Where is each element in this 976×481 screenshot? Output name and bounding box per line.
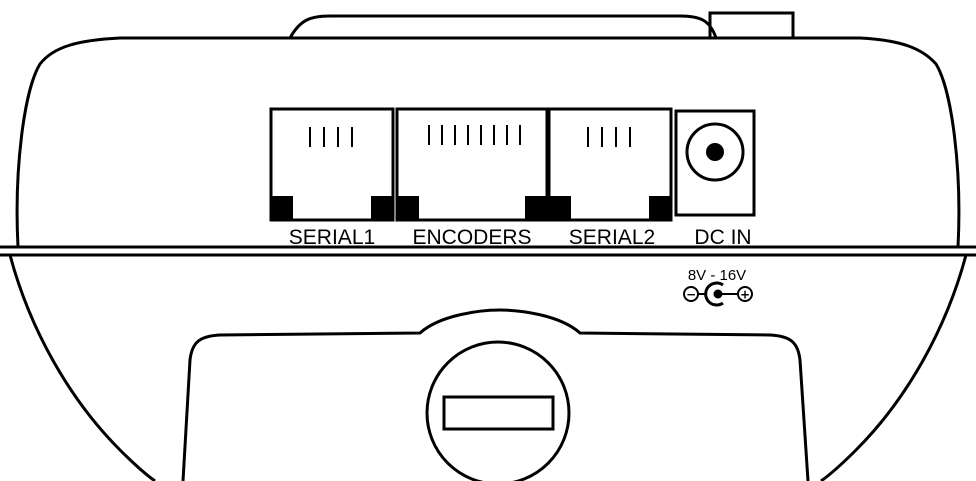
- lower-housing-left: [8, 254, 156, 481]
- encoders-label: ENCODERS: [412, 226, 531, 249]
- lower-housing-right: [820, 254, 968, 481]
- top-tab: [708, 11, 795, 38]
- battery-slot: [442, 395, 555, 431]
- serial1-port: [269, 107, 395, 222]
- device-rear-panel-diagram: SERIAL1 ENCODERS SERIAL2 DC IN 8V - 16V …: [0, 11, 976, 481]
- voltage-range-label: 8V - 16V: [688, 267, 746, 284]
- serial2-port: [547, 107, 673, 222]
- negative-sign: −: [686, 288, 696, 302]
- encoders-port: [395, 107, 549, 222]
- upper-housing: [15, 36, 961, 248]
- battery-cover: [425, 340, 571, 481]
- serial1-label: SERIAL1: [289, 226, 375, 249]
- top-bump: [288, 14, 718, 39]
- dc-in-label: DC IN: [694, 226, 751, 249]
- serial2-label: SERIAL2: [569, 226, 655, 249]
- dc-in-jack: [674, 109, 756, 217]
- polarity-symbol: − +: [683, 281, 753, 307]
- positive-sign: +: [740, 288, 750, 302]
